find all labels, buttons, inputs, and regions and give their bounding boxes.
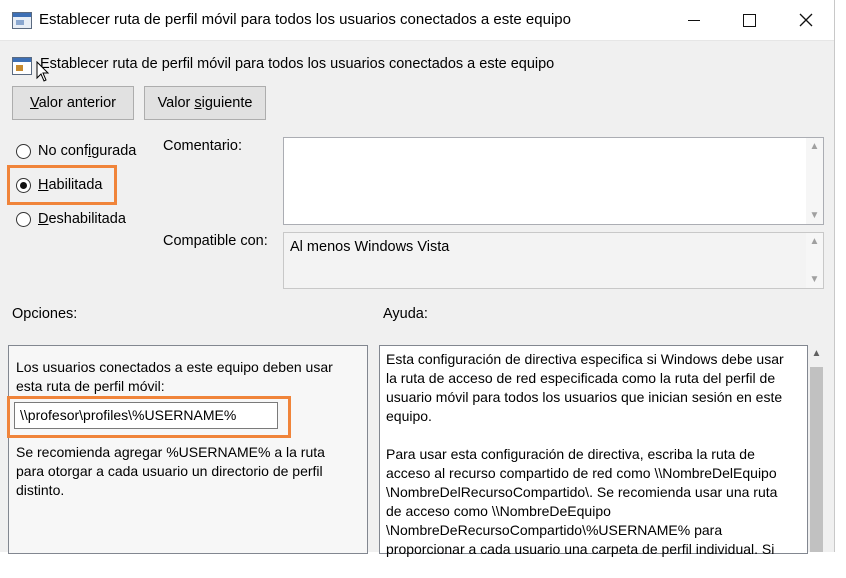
window-title: Establecer ruta de perfil móvil para tod…: [39, 11, 571, 28]
scroll-down-icon[interactable]: ▼: [806, 207, 823, 224]
policy-setting-icon: [12, 57, 32, 75]
radio-disabled-circle[interactable]: [16, 211, 31, 227]
minimize-icon: [687, 19, 700, 21]
options-panel: Los usuarios conectados a este equipo de…: [8, 345, 368, 554]
background-window-edge: [835, 0, 846, 552]
help-panel: Esta configuración de directiva especifi…: [379, 345, 808, 557]
scroll-up-icon[interactable]: ▲: [808, 345, 825, 362]
comment-textarea[interactable]: ▲ ▼: [283, 137, 824, 225]
previous-setting-label: Valor anterior: [30, 95, 116, 111]
highlight-enabled-box: [7, 165, 117, 205]
policy-name: Establecer ruta de perfil móvil para tod…: [40, 56, 555, 72]
compatible-scrollbar[interactable]: ▲ ▼: [806, 233, 823, 288]
compatible-label: Compatible con:: [163, 233, 268, 249]
compatible-value: Al menos Windows Vista: [290, 239, 450, 255]
help-paragraph: Esta configuración de directiva especifi…: [386, 351, 784, 424]
help-scrollbar[interactable]: ▲: [808, 345, 825, 552]
help-paragraph: Para usar esta configuración de directiv…: [386, 446, 778, 557]
previous-setting-button[interactable]: Valor anterior: [12, 86, 134, 120]
scroll-up-icon[interactable]: ▲: [806, 138, 823, 155]
next-setting-button[interactable]: Valor siguiente: [144, 86, 266, 120]
maximize-button[interactable]: [722, 0, 777, 40]
close-button[interactable]: [778, 0, 833, 40]
options-intro: Los usuarios conectados a este equipo de…: [16, 359, 333, 394]
radio-not-configured[interactable]: No configurada: [16, 143, 136, 159]
scroll-thumb[interactable]: [810, 367, 823, 552]
mouse-cursor-icon: [36, 61, 50, 82]
minimize-button[interactable]: [666, 0, 721, 40]
help-label: Ayuda:: [383, 306, 428, 322]
scroll-up-icon[interactable]: ▲: [806, 233, 823, 250]
maximize-icon: [743, 13, 756, 27]
radio-disabled[interactable]: Deshabilitada: [16, 211, 126, 227]
scroll-down-icon[interactable]: ▼: [806, 271, 823, 288]
compatible-field: Al menos Windows Vista ▲ ▼: [283, 232, 824, 289]
radio-disabled-label: Deshabilitada: [38, 211, 126, 227]
help-text: Esta configuración de directiva especifi…: [386, 350, 786, 578]
policy-dialog: Establecer ruta de perfil móvil para tod…: [0, 0, 835, 557]
radio-not-configured-circle[interactable]: [16, 143, 31, 159]
policy-icon: [12, 12, 32, 29]
next-setting-label: Valor siguiente: [157, 95, 253, 111]
highlight-path-box: [7, 396, 291, 438]
comment-label: Comentario:: [163, 138, 242, 154]
comment-scrollbar[interactable]: ▲ ▼: [806, 138, 823, 224]
options-note: Se recomienda agregar %USERNAME% a la ru…: [16, 444, 325, 498]
title-bar[interactable]: Establecer ruta de perfil móvil para tod…: [0, 0, 834, 41]
options-label: Opciones:: [12, 306, 78, 322]
radio-not-configured-label: No configurada: [38, 143, 137, 159]
close-icon: [799, 13, 812, 27]
